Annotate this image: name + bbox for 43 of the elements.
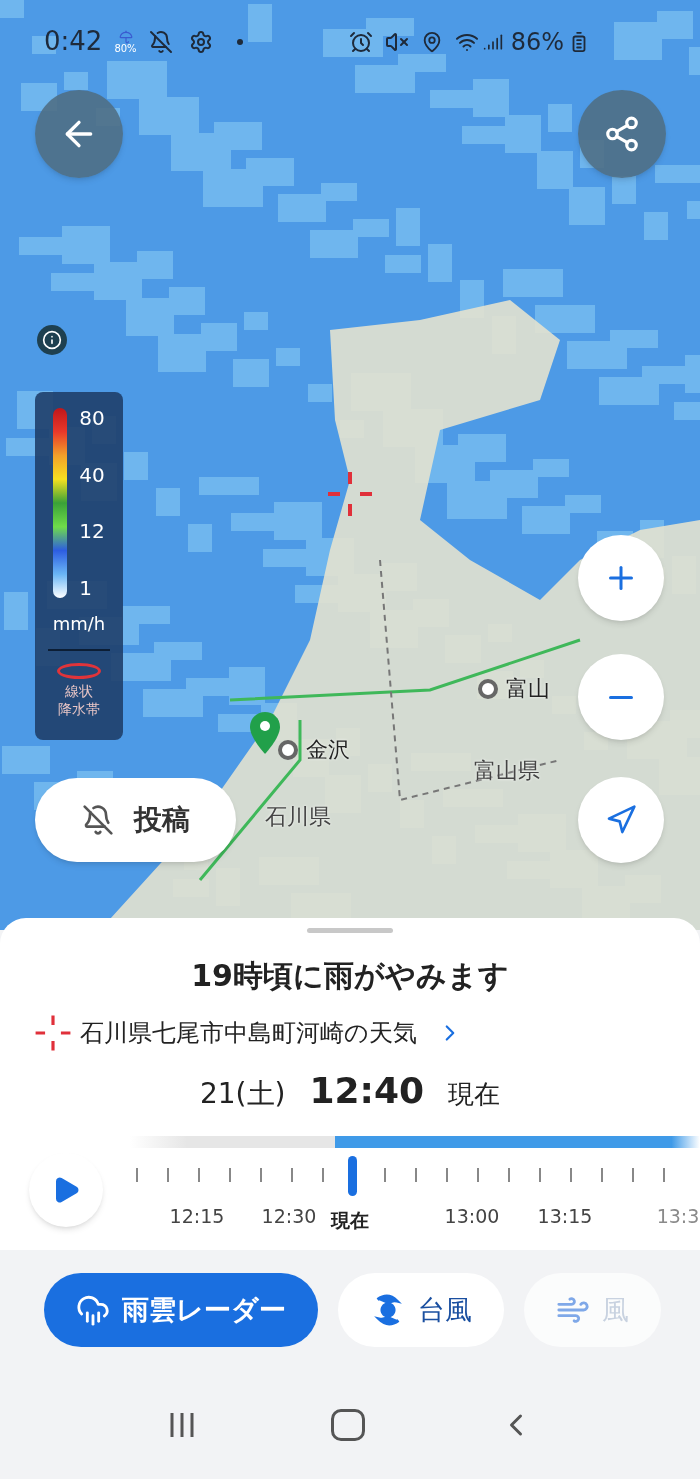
unit-label: mm/h (52, 612, 106, 636)
city-label: 金沢 (306, 736, 350, 764)
home-icon[interactable] (331, 1408, 365, 1441)
timeline-label: 現在 (331, 1208, 369, 1233)
time-text: 12:40 (309, 1069, 425, 1113)
timeline-label: 12:15 (169, 1204, 225, 1229)
navigation-arrow-icon (605, 804, 637, 836)
bell-off-icon (81, 804, 114, 836)
timeline-label: 13:15 (537, 1204, 593, 1229)
scale-value: 1 (79, 577, 93, 598)
region-label: 富山県 (474, 757, 540, 785)
battery-percent: 86% (510, 26, 564, 58)
map-pin-icon (250, 712, 280, 754)
rain-cloud-icon (76, 1293, 110, 1327)
crosshair-icon (326, 470, 374, 518)
status-time: 0:42 (44, 25, 103, 58)
band-label: 線状 (65, 683, 93, 701)
scale-value: 12 (79, 521, 105, 542)
category-tab[interactable]: 雨雲レーダー (44, 1273, 318, 1347)
date-text: 21(土) (199, 1076, 286, 1112)
timeline-label: 13:3 (656, 1204, 700, 1229)
post-button[interactable]: 投稿 (35, 778, 236, 862)
share-icon (603, 115, 641, 153)
timeline-label: 12:30 (261, 1204, 317, 1229)
settings-icon (188, 29, 213, 54)
region-label: 石川県 (265, 803, 331, 831)
alarm-icon (348, 29, 373, 54)
time-note: 現在 (448, 1078, 501, 1111)
timeline-thumb[interactable] (348, 1156, 358, 1196)
band-label: 降水帯 (58, 700, 100, 718)
rain-chance-text: 80% (114, 43, 137, 54)
band-ring-icon (57, 663, 101, 679)
scale-value: 80 (79, 408, 105, 428)
city-label: 富山 (506, 675, 550, 703)
minus-icon (609, 695, 633, 699)
umbrella-icon (118, 29, 133, 44)
timeline-label: 13:00 (444, 1204, 500, 1229)
location-link[interactable]: 石川県七尾市中島町河崎の天気 (34, 1014, 463, 1052)
notification-off-icon (148, 29, 173, 54)
crosshair-icon (34, 1014, 72, 1052)
forecast-headline: 19時頃に雨がやみます (191, 957, 509, 995)
category-tab[interactable]: 台風 (338, 1273, 504, 1347)
scale-value: 40 (79, 464, 105, 485)
